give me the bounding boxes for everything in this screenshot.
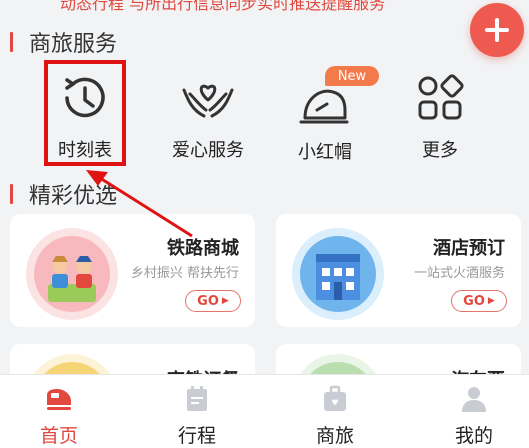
card-railway-mall[interactable]: 铁路商城 乡村振兴 帮扶先行 GO ▶: [10, 214, 255, 327]
card-hotel-booking[interactable]: 酒店预订 一站式火酒服务 GO ▶: [276, 214, 521, 327]
top-banner: 动态行程 与所出行信息同步实时推送提醒服务: [0, 0, 529, 20]
new-badge: New: [325, 66, 379, 86]
tab-profile[interactable]: 我的: [409, 375, 529, 448]
tab-home[interactable]: 首页: [0, 375, 124, 448]
luggage-icon: [324, 385, 346, 411]
section-marker: [10, 184, 13, 204]
go-button[interactable]: GO ▶: [185, 290, 241, 312]
service-label: 更多: [422, 140, 458, 161]
service-more[interactable]: 更多: [385, 60, 495, 170]
highlight-box: [44, 60, 126, 166]
play-icon: ▶: [221, 296, 229, 306]
tab-business-travel[interactable]: 商旅: [270, 375, 400, 448]
services-title-text: 商旅服务: [29, 32, 118, 57]
card-name: 酒店预订: [433, 238, 505, 259]
tab-label: 商旅: [315, 425, 354, 447]
service-label: 爱心服务: [172, 140, 244, 161]
featured-title-text: 精彩优选: [29, 184, 118, 209]
card-subtitle: 一站式火酒服务: [413, 266, 505, 281]
plus-icon: [485, 18, 509, 42]
bottom-tab-bar: 首页 行程 商旅 我的: [0, 375, 529, 448]
top-banner-text: 动态行程 与所出行信息同步实时推送提醒服务: [60, 0, 386, 13]
go-button[interactable]: GO ▶: [451, 290, 507, 312]
card-name: 铁路商城: [167, 238, 239, 259]
tab-label: 我的: [454, 425, 493, 447]
farmers-illustration-icon: [26, 228, 118, 320]
service-label: 小红帽: [298, 142, 352, 163]
go-label: GO: [197, 293, 219, 309]
train-icon: [47, 389, 71, 410]
tab-label: 首页: [39, 425, 78, 447]
hotel-illustration-icon: [292, 228, 384, 320]
user-icon: [462, 387, 486, 412]
card-subtitle: 乡村振兴 帮扶先行: [130, 266, 239, 281]
go-label: GO: [463, 293, 485, 309]
section-marker: [10, 32, 13, 52]
grid-icon: [418, 74, 464, 120]
featured-section-title: 精彩优选: [10, 178, 117, 210]
itinerary-icon: [187, 386, 207, 411]
services-section-title: 商旅服务: [10, 26, 117, 58]
heart-hands-icon: [182, 84, 234, 118]
add-button[interactable]: [470, 3, 524, 57]
tab-label: 行程: [177, 425, 216, 447]
cap-icon: [299, 89, 349, 124]
play-icon: ▶: [487, 296, 495, 306]
service-care[interactable]: 爱心服务: [153, 60, 263, 170]
tab-itinerary[interactable]: 行程: [132, 375, 262, 448]
